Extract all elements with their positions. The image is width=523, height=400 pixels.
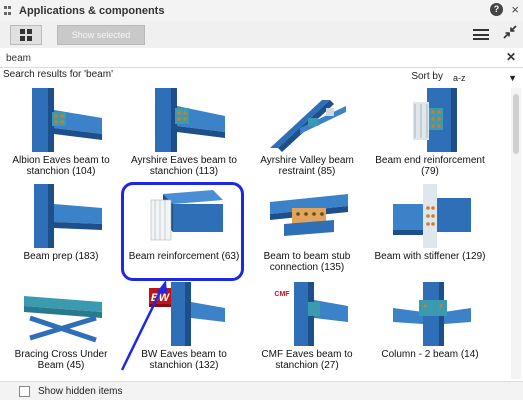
component-thumbnail xyxy=(147,88,225,152)
scrollbar-thumb[interactable] xyxy=(513,94,519,154)
component-label: Beam with stiffener (129) xyxy=(374,251,486,262)
chevron-down-icon: ▼ xyxy=(508,73,517,83)
search-input[interactable] xyxy=(6,50,496,66)
grid-view-button[interactable] xyxy=(10,25,42,45)
component-tile[interactable]: Column - 2 beam (14) xyxy=(371,282,489,379)
cmf-logo: CMF xyxy=(274,291,290,298)
highlight-box xyxy=(121,182,244,281)
component-grid: Albion Eaves beam to stanchion (104) Ayr… xyxy=(0,88,510,379)
sort-label: Sort by xyxy=(411,71,443,82)
component-tile[interactable]: CMF CMF Eaves beam to stanchion (27) xyxy=(248,282,366,379)
title-bar: Applications & components ? × xyxy=(0,0,523,22)
component-thumbnail xyxy=(270,88,348,152)
component-label: Beam end reinforcement (79) xyxy=(375,155,485,177)
component-tile[interactable]: Ayrshire Eaves beam to stanchion (113) xyxy=(125,88,243,186)
component-tile[interactable]: Bracing Cross Under Beam (45) xyxy=(2,282,120,379)
grid-icon xyxy=(20,29,32,41)
component-label: Albion Eaves beam to stanchion (104) xyxy=(12,155,110,177)
list-view-button[interactable] xyxy=(472,27,490,42)
show-selected-button[interactable]: Show selected xyxy=(57,25,145,45)
component-thumbnail: CMF xyxy=(270,282,348,346)
component-tile[interactable]: Beam prep (183) xyxy=(2,184,120,282)
collapse-icon[interactable] xyxy=(503,25,517,42)
component-tile[interactable]: Ayrshire Valley beam restraint (85) xyxy=(248,88,366,186)
component-tile[interactable]: Beam end reinforcement (79) xyxy=(371,88,489,186)
component-label: Beam to beam stub connection (135) xyxy=(263,251,351,273)
search-row: ✕ xyxy=(0,48,523,68)
clear-search-icon[interactable]: ✕ xyxy=(506,50,516,64)
show-hidden-checkbox[interactable] xyxy=(19,386,30,397)
component-tile[interactable]: BW BW Eaves beam to stanchion (132) xyxy=(125,282,243,379)
component-label: Ayrshire Valley beam restraint (85) xyxy=(260,155,354,177)
component-thumbnail xyxy=(24,88,102,152)
component-label: Bracing Cross Under Beam (45) xyxy=(14,349,108,371)
component-thumbnail xyxy=(393,282,471,346)
component-label: CMF Eaves beam to stanchion (27) xyxy=(261,349,353,371)
sort-select[interactable]: a-z ▼ xyxy=(451,70,519,86)
component-thumbnail xyxy=(24,184,102,248)
sort-value: a-z xyxy=(453,73,466,83)
component-tile[interactable]: Albion Eaves beam to stanchion (104) xyxy=(2,88,120,186)
component-thumbnail: BW xyxy=(147,282,225,346)
component-tile[interactable]: Beam with stiffener (129) xyxy=(371,184,489,282)
component-tile[interactable]: Beam to beam stub connection (135) xyxy=(248,184,366,282)
component-label: Column - 2 beam (14) xyxy=(381,349,479,360)
results-header: Search results for 'beam' Sort by a-z ▼ xyxy=(0,68,523,86)
component-thumbnail xyxy=(393,88,471,152)
component-thumbnail xyxy=(393,184,471,248)
grip-icon xyxy=(4,6,14,16)
results-label: Search results for 'beam' xyxy=(3,69,113,80)
toolbar: Show selected xyxy=(0,22,523,48)
component-label: Ayrshire Eaves beam to stanchion (113) xyxy=(131,155,237,177)
component-label: BW Eaves beam to stanchion (132) xyxy=(141,349,227,371)
bw-logo: BW xyxy=(151,292,171,304)
window-title: Applications & components xyxy=(19,5,165,17)
show-hidden-label: Show hidden items xyxy=(38,386,123,397)
component-thumbnail xyxy=(24,282,102,346)
component-thumbnail xyxy=(270,184,348,248)
scrollbar[interactable] xyxy=(511,88,521,379)
close-icon[interactable]: × xyxy=(511,2,519,17)
component-label: Beam prep (183) xyxy=(23,251,99,262)
help-icon[interactable]: ? xyxy=(490,3,503,16)
footer: Show hidden items xyxy=(0,381,523,400)
